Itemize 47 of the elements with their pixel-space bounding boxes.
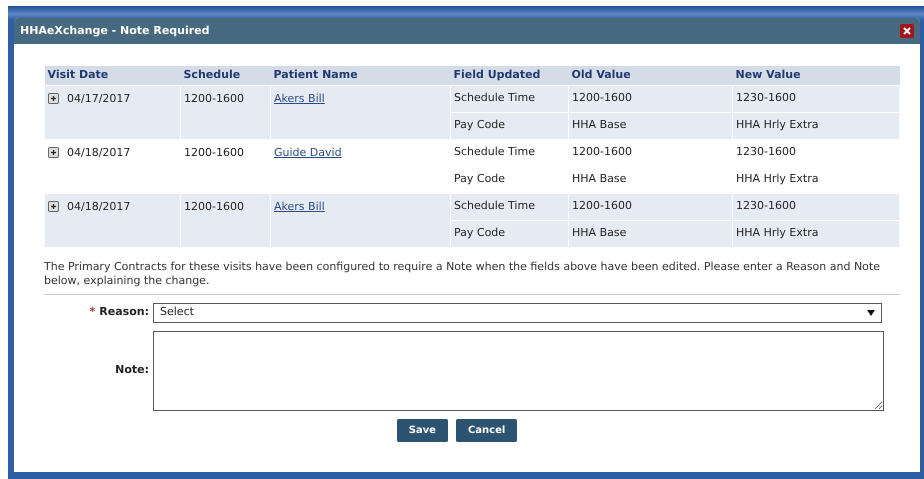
cancel-button[interactable]: Cancel <box>456 418 518 442</box>
table-cell: Pay Code <box>454 118 506 132</box>
column-header: Field Updated <box>450 66 568 85</box>
patient-link[interactable]: Akers Bill <box>274 200 325 212</box>
patient-link[interactable]: Akers Bill <box>274 92 325 104</box>
table-cell: 1200-1600 <box>184 200 244 212</box>
table-cell: Pay Code <box>454 172 506 186</box>
info-message: The Primary Contracts for these visits have been configured to require a Note when the fields above have been edited. Please enter a Reason and Note below, explaining the change. <box>44 260 900 294</box>
table-cell-text: 04/17/2017 <box>67 90 130 106</box>
column-header: Visit Date <box>44 66 180 85</box>
dialog-title: HHAeXchange - Note Required <box>20 22 210 39</box>
column-header: New Value <box>732 66 900 85</box>
table-cell: HHA Hrly Extra <box>736 172 818 186</box>
note-field[interactable] <box>153 330 884 410</box>
table-cell-text: 04/18/2017 <box>67 144 130 160</box>
table-cell: Schedule Time <box>454 91 535 104</box>
table-cell-text: 04/18/2017 <box>67 198 130 214</box>
field-label: Note: <box>115 363 149 376</box>
table-cell: 1230-1600 <box>736 91 796 104</box>
reason-dropdown[interactable]: Select <box>153 302 882 322</box>
table-cell: HHA Hrly Extra <box>736 118 818 132</box>
table-cell: Schedule Time <box>454 145 535 158</box>
dropdown-arrow-icon <box>867 310 875 316</box>
close-icon[interactable] <box>900 24 914 38</box>
column-header: Schedule <box>180 66 270 85</box>
table-cell: HHA Base <box>572 226 626 240</box>
expand-icon[interactable] <box>48 201 59 212</box>
table-cell: 1200-1600 <box>572 145 632 158</box>
column-header: Old Value <box>568 66 732 85</box>
table-cell: Schedule Time <box>454 199 535 212</box>
save-button[interactable]: Save <box>396 418 448 442</box>
table-cell: 1200-1600 <box>184 146 244 158</box>
field-label: Reason: <box>99 304 149 320</box>
column-header: Patient Name <box>270 66 450 85</box>
table-cell: HHA Base <box>572 118 626 132</box>
required-mark: * <box>90 304 96 320</box>
table-cell: 1230-1600 <box>736 199 796 212</box>
table-cell: 1200-1600 <box>572 91 632 104</box>
table-cell: 1200-1600 <box>572 199 632 212</box>
expand-icon[interactable] <box>48 93 59 104</box>
table-cell: Pay Code <box>454 226 506 240</box>
expand-icon[interactable] <box>48 147 59 158</box>
table-cell: HHA Hrly Extra <box>736 226 818 240</box>
table-cell: HHA Base <box>572 172 626 186</box>
patient-link[interactable]: Guide David <box>274 146 342 158</box>
table-cell: 1200-1600 <box>184 92 244 104</box>
table-cell: 1230-1600 <box>736 145 796 158</box>
